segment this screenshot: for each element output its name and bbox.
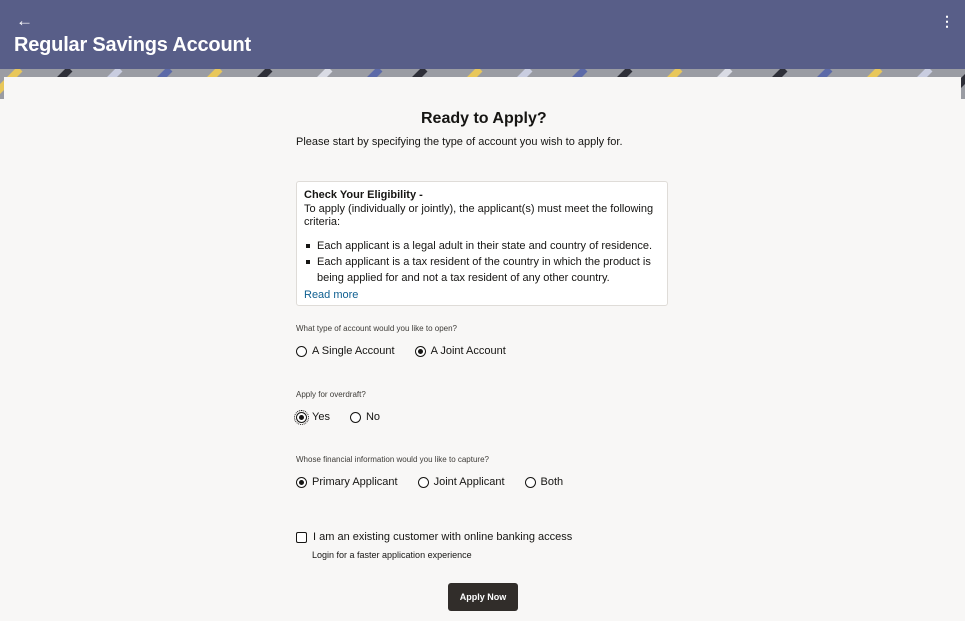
radio-label: Primary Applicant (312, 476, 398, 488)
eligibility-title: Check Your Eligibility - (304, 189, 423, 201)
radio-button[interactable] (524, 476, 536, 488)
radio-label: Yes (312, 411, 330, 423)
eligibility-text: To apply (individually or jointly), the … (304, 203, 654, 228)
radio-joint-account[interactable]: A Joint Account (414, 345, 506, 357)
criteria-item: Each applicant is a legal adult in their… (304, 238, 664, 254)
radio-button-selected[interactable] (296, 476, 307, 488)
checkbox-label: I am an existing customer with online ba… (313, 531, 573, 543)
criteria-item: Each applicant is a tax resident of the … (304, 254, 664, 286)
radio-overdraft-yes[interactable]: Yes (294, 409, 330, 425)
overdraft-radio-group: Yes No (294, 409, 400, 425)
read-more-link[interactable]: Read more (304, 289, 358, 301)
radio-both[interactable]: Both (524, 476, 564, 488)
radio-label: Joint Applicant (433, 476, 505, 488)
account-type-radio-group: A Single Account A Joint Account (296, 343, 526, 359)
financial-info-radio-group: Primary Applicant Joint Applicant Both (296, 474, 583, 490)
radio-single-account[interactable]: A Single Account (296, 345, 395, 357)
overdraft-question: Apply for overdraft? (296, 390, 366, 399)
app-header: ← Regular Savings Account ⋮ (0, 0, 965, 69)
kebab-menu-icon[interactable]: ⋮ (940, 12, 954, 30)
radio-button[interactable] (349, 411, 361, 423)
existing-customer-checkbox-row[interactable]: I am an existing customer with online ba… (296, 531, 572, 543)
arrow-left-icon[interactable]: ← (16, 11, 36, 31)
account-type-question: What type of account would you like to o… (296, 324, 457, 333)
radio-label: A Joint Account (430, 345, 506, 357)
radio-overdraft-no[interactable]: No (349, 411, 381, 423)
apply-now-button[interactable]: Apply Now (448, 583, 518, 611)
radio-joint-applicant[interactable]: Joint Applicant (417, 476, 505, 488)
radio-button[interactable] (296, 345, 307, 357)
login-hint: Login for a faster application experienc… (312, 550, 472, 560)
radio-primary-applicant[interactable]: Primary Applicant (296, 476, 398, 488)
eligibility-card: Check Your Eligibility - To apply (indiv… (296, 181, 668, 306)
existing-customer-checkbox[interactable] (296, 531, 307, 543)
section-heading: Ready to Apply? (421, 110, 547, 127)
intro-text: Please start by specifying the type of a… (296, 136, 623, 148)
radio-button-selected[interactable] (414, 345, 426, 357)
page-title: Regular Savings Account (14, 34, 251, 56)
eligibility-criteria-list: Each applicant is a legal adult in their… (304, 238, 664, 286)
financial-info-question: Whose financial information would you li… (296, 455, 489, 464)
radio-label: No (365, 411, 381, 423)
radio-button[interactable] (417, 476, 429, 488)
radio-label: A Single Account (312, 345, 395, 357)
radio-label: Both (540, 476, 564, 488)
radio-button-selected[interactable] (294, 409, 309, 425)
